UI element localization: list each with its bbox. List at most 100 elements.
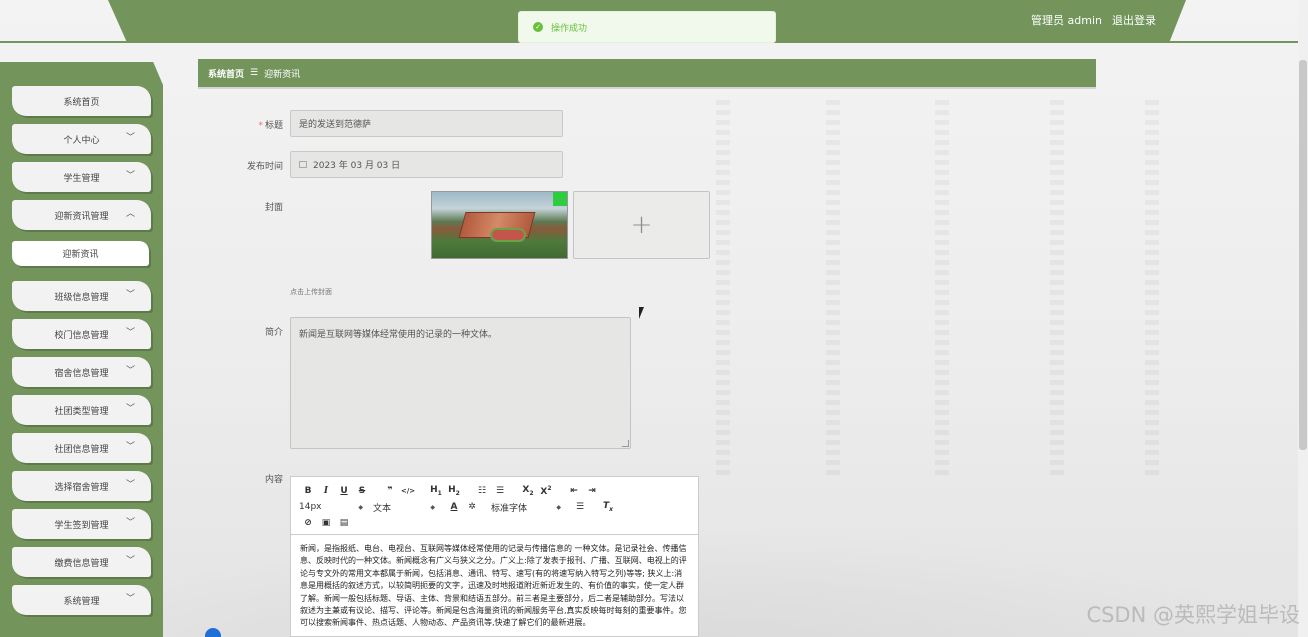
sidebar-item[interactable]: 选择宿舍管理 ﹀ bbox=[12, 471, 151, 501]
bold-icon[interactable]: B bbox=[299, 486, 317, 496]
resize-handle[interactable] bbox=[622, 440, 629, 447]
intro-textarea[interactable]: 新闻是互联网等媒体经常使用的记录的一种文体。 bbox=[290, 317, 631, 449]
current-user: 管理员 admin bbox=[1031, 14, 1102, 27]
underline-icon[interactable]: U bbox=[335, 486, 353, 496]
font-color-icon[interactable]: A bbox=[445, 502, 463, 512]
chevron-down-icon: ﹀ bbox=[125, 171, 135, 181]
breadcrumb-separator-icon: ☰ bbox=[250, 68, 259, 78]
watermark: CSDN @英熙学姐毕设 bbox=[1086, 603, 1300, 627]
heading-2-icon[interactable]: H2 bbox=[445, 485, 463, 497]
cover-upload-tip: 点击上传封面 bbox=[290, 288, 332, 296]
sidebar-item[interactable]: 宿舍信息管理 ﹀ bbox=[12, 357, 151, 387]
align-icon[interactable]: ☰ bbox=[571, 502, 589, 512]
logout-link[interactable]: 退出登录 bbox=[1112, 12, 1156, 28]
chevron-up-icon: ︿ bbox=[125, 209, 135, 219]
upload-cover-button[interactable]: + bbox=[573, 191, 710, 259]
heading-1-icon[interactable]: H1 bbox=[427, 485, 445, 497]
outdent-icon[interactable]: ⇤ bbox=[565, 486, 583, 496]
mouse-cursor-icon bbox=[639, 307, 644, 319]
scroll-indicator bbox=[205, 628, 221, 637]
background-decoration bbox=[1050, 100, 1064, 480]
sidebar-item-label: 系统管理 bbox=[63, 596, 100, 607]
calendar-icon bbox=[299, 161, 307, 168]
subscript-icon[interactable]: X2 bbox=[519, 485, 537, 497]
indent-icon[interactable]: ⇥ bbox=[583, 486, 601, 496]
cover-image[interactable] bbox=[431, 191, 568, 259]
ordered-list-icon[interactable]: ☷ bbox=[473, 486, 491, 496]
breadcrumb: 系统首页 ☰ 迎新资讯 bbox=[198, 59, 1096, 87]
clear-format-icon[interactable]: Tx bbox=[599, 501, 617, 513]
title-label: * 标题 bbox=[258, 121, 283, 131]
success-toast: ✓ 操作成功 bbox=[518, 11, 776, 43]
date-picker[interactable]: 2023 年 03 月 03 日 bbox=[290, 151, 563, 178]
strikethrough-icon[interactable]: S bbox=[353, 486, 371, 496]
editor-content[interactable]: 新闻，是指报纸、电台、电视台、互联网等媒体经常使用的记录与传播信息的 一种文体。… bbox=[291, 535, 698, 637]
sidebar-item[interactable]: 学生管理 ﹀ bbox=[12, 162, 151, 192]
sidebar-item-label: 宿舍信息管理 bbox=[54, 368, 109, 379]
check-circle-icon: ✓ bbox=[533, 22, 543, 32]
chevron-down-icon: ﹀ bbox=[125, 480, 135, 490]
breadcrumb-current: 迎新资讯 bbox=[264, 69, 301, 80]
chevron-down-icon: ﹀ bbox=[125, 366, 135, 376]
sidebar-item[interactable]: 迎新资讯 bbox=[12, 241, 149, 266]
sidebar-item-label: 缴费信息管理 bbox=[54, 558, 109, 569]
video-icon[interactable]: ▤ bbox=[335, 518, 353, 528]
font-family-select[interactable]: 标准字体 ◆ bbox=[491, 501, 561, 514]
sidebar-item-label: 校门信息管理 bbox=[54, 330, 109, 341]
sidebar-item-label: 迎新资讯管理 bbox=[54, 211, 109, 222]
sidebar-item[interactable]: 社团类型管理 ﹀ bbox=[12, 395, 151, 425]
sidebar-item[interactable]: 学生签到管理 ﹀ bbox=[12, 509, 151, 539]
sidebar-item-label: 社团信息管理 bbox=[54, 444, 109, 455]
sidebar-item[interactable]: 班级信息管理 ﹀ bbox=[12, 281, 151, 311]
editor-toolbar: B I U S ❞ </> H1 H2 ☷ ☰ X2 X2 ⇤ ⇥ 14px ◆ … bbox=[291, 477, 698, 535]
chevron-down-icon: ﹀ bbox=[125, 556, 135, 566]
sidebar-item[interactable]: 社团信息管理 ﹀ bbox=[12, 433, 151, 463]
page-scrollbar[interactable] bbox=[1298, 0, 1308, 637]
date-label: 发布时间 bbox=[246, 162, 283, 172]
required-mark: * bbox=[258, 121, 263, 131]
cover-label: 封面 bbox=[264, 203, 283, 213]
chevron-down-icon: ﹀ bbox=[125, 290, 135, 300]
background-color-icon[interactable]: ✲ bbox=[463, 502, 481, 512]
sports-field-shape bbox=[490, 228, 526, 242]
chevron-down-icon: ﹀ bbox=[125, 594, 135, 604]
code-block-icon[interactable]: </> bbox=[399, 487, 417, 495]
sidebar-item-label: 班级信息管理 bbox=[54, 292, 109, 303]
sidebar-item[interactable]: 缴费信息管理 ﹀ bbox=[12, 547, 151, 577]
bullet-list-icon[interactable]: ☰ bbox=[491, 486, 509, 496]
superscript-icon[interactable]: X2 bbox=[537, 485, 555, 497]
sidebar-item[interactable]: 迎新资讯管理 ︿ bbox=[12, 200, 151, 230]
sidebar-item-label: 选择宿舍管理 bbox=[54, 482, 109, 493]
sidebar-item[interactable]: 个人中心 ﹀ bbox=[12, 124, 151, 154]
image-icon[interactable]: ▣ bbox=[317, 518, 335, 528]
sidebar-item[interactable]: 系统管理 ﹀ bbox=[12, 585, 151, 615]
chevron-down-icon: ﹀ bbox=[125, 328, 135, 338]
toast-message: 操作成功 bbox=[551, 23, 588, 34]
sidebar-item-label: 系统首页 bbox=[63, 97, 100, 108]
link-icon[interactable]: ⊘ bbox=[299, 518, 317, 528]
background-decoration bbox=[716, 100, 730, 480]
rich-text-editor: B I U S ❞ </> H1 H2 ☷ ☰ X2 X2 ⇤ ⇥ 14px ◆ … bbox=[290, 476, 699, 637]
chevron-down-icon: ﹀ bbox=[125, 404, 135, 414]
chevron-down-icon: ﹀ bbox=[125, 442, 135, 452]
chevron-down-icon: ﹀ bbox=[125, 518, 135, 528]
background-decoration bbox=[826, 100, 840, 480]
intro-label: 简介 bbox=[264, 328, 283, 338]
background-decoration bbox=[1145, 100, 1159, 480]
sidebar-item[interactable]: 系统首页 bbox=[12, 86, 151, 116]
sidebar-item-label: 学生签到管理 bbox=[54, 520, 109, 531]
background-decoration bbox=[935, 100, 949, 480]
title-input[interactable]: 是的发送到范德萨 bbox=[290, 110, 563, 137]
font-size-select[interactable]: 14px ◆ bbox=[299, 502, 363, 512]
breadcrumb-home[interactable]: 系统首页 bbox=[208, 67, 244, 80]
sidebar-item-label: 学生管理 bbox=[63, 173, 100, 184]
content-label: 内容 bbox=[264, 475, 283, 485]
sidebar-item[interactable]: 校门信息管理 ﹀ bbox=[12, 319, 151, 349]
heading-select[interactable]: 文本 ◆ bbox=[373, 501, 435, 514]
scrollbar-thumb[interactable] bbox=[1299, 60, 1307, 450]
blockquote-icon[interactable]: ❞ bbox=[381, 486, 399, 496]
image-corner bbox=[553, 192, 567, 206]
sidebar-item-label: 个人中心 bbox=[63, 135, 100, 146]
sidebar-item-label: 社团类型管理 bbox=[54, 406, 109, 417]
italic-icon[interactable]: I bbox=[317, 486, 335, 496]
